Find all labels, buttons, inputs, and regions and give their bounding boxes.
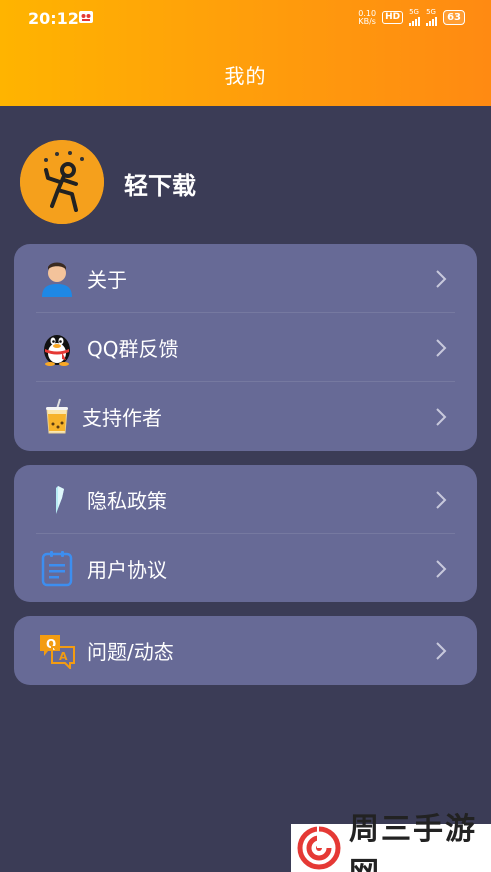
user-avatar-icon: [38, 259, 76, 297]
menu-item-qq-feedback[interactable]: QQ群反馈: [14, 313, 477, 381]
hd-badge: HD: [382, 11, 404, 24]
chevron-right-icon: [435, 269, 447, 289]
notification-icon: [78, 9, 94, 25]
privacy-icon: [38, 480, 76, 518]
chevron-right-icon: [435, 641, 447, 661]
status-indicators: 0.10 KB/s HD 5G 5G 63: [358, 9, 465, 26]
signal-bars-icon: [409, 17, 421, 26]
menu-label-privacy-policy: 隐私政策: [87, 489, 167, 513]
menu-label-issues-updates: 问题/动态: [87, 640, 174, 664]
status-time: 20:12: [28, 9, 79, 28]
menu-item-about[interactable]: 关于: [14, 244, 477, 312]
qa-chat-icon: Q A: [38, 631, 76, 671]
menu-label-support-author: 支持作者: [82, 406, 162, 430]
profile-name: 轻下载: [124, 172, 196, 200]
page-title: 我的: [224, 64, 267, 88]
net-speed-unit: KB/s: [358, 16, 376, 26]
qq-penguin-icon: [38, 328, 76, 366]
app-logo-avatar: [20, 140, 104, 224]
menu-card-3: Q A 问题/动态: [14, 616, 477, 685]
watermark: 周三手游网: [291, 812, 491, 872]
menu-item-support-author[interactable]: 支持作者: [14, 382, 477, 450]
menu-item-user-agreement[interactable]: 用户协议: [14, 534, 477, 602]
net-speed: 0.10 KB/s: [358, 9, 376, 26]
battery-indicator: 63: [443, 10, 465, 25]
chevron-right-icon: [435, 559, 447, 579]
signal-label-2: 5G: [426, 8, 436, 16]
svg-text:A: A: [59, 650, 68, 663]
menu-label-about: 关于: [87, 268, 127, 292]
menu-label-user-agreement: 用户协议: [87, 558, 167, 582]
header-bar: 20:12 0.10 KB/s HD 5G 5G 63 我的: [0, 0, 491, 106]
signal-indicator-2: 5G: [426, 8, 438, 26]
signal-indicator-1: 5G: [409, 8, 421, 26]
menu-card-1: 关于 QQ群反馈 支持作者: [14, 244, 477, 451]
clipboard-icon: [38, 549, 76, 587]
chevron-right-icon: [435, 338, 447, 358]
swirl-logo-icon: [297, 826, 341, 870]
menu-item-privacy-policy[interactable]: 隐私政策: [14, 465, 477, 533]
signal-bars-icon: [426, 17, 438, 26]
menu-card-2: 隐私政策 用户协议: [14, 465, 477, 602]
menu-label-qq-feedback: QQ群反馈: [87, 337, 179, 361]
drink-cup-icon: [38, 397, 76, 435]
chevron-right-icon: [435, 490, 447, 510]
status-bar: 20:12 0.10 KB/s HD 5G 5G 63: [0, 0, 491, 38]
menu-item-issues-updates[interactable]: Q A 问题/动态: [14, 616, 477, 684]
chevron-right-icon: [435, 407, 447, 427]
watermark-text: 周三手游网: [349, 812, 477, 872]
signal-label-1: 5G: [409, 8, 419, 16]
profile-section[interactable]: 轻下载: [20, 140, 440, 224]
